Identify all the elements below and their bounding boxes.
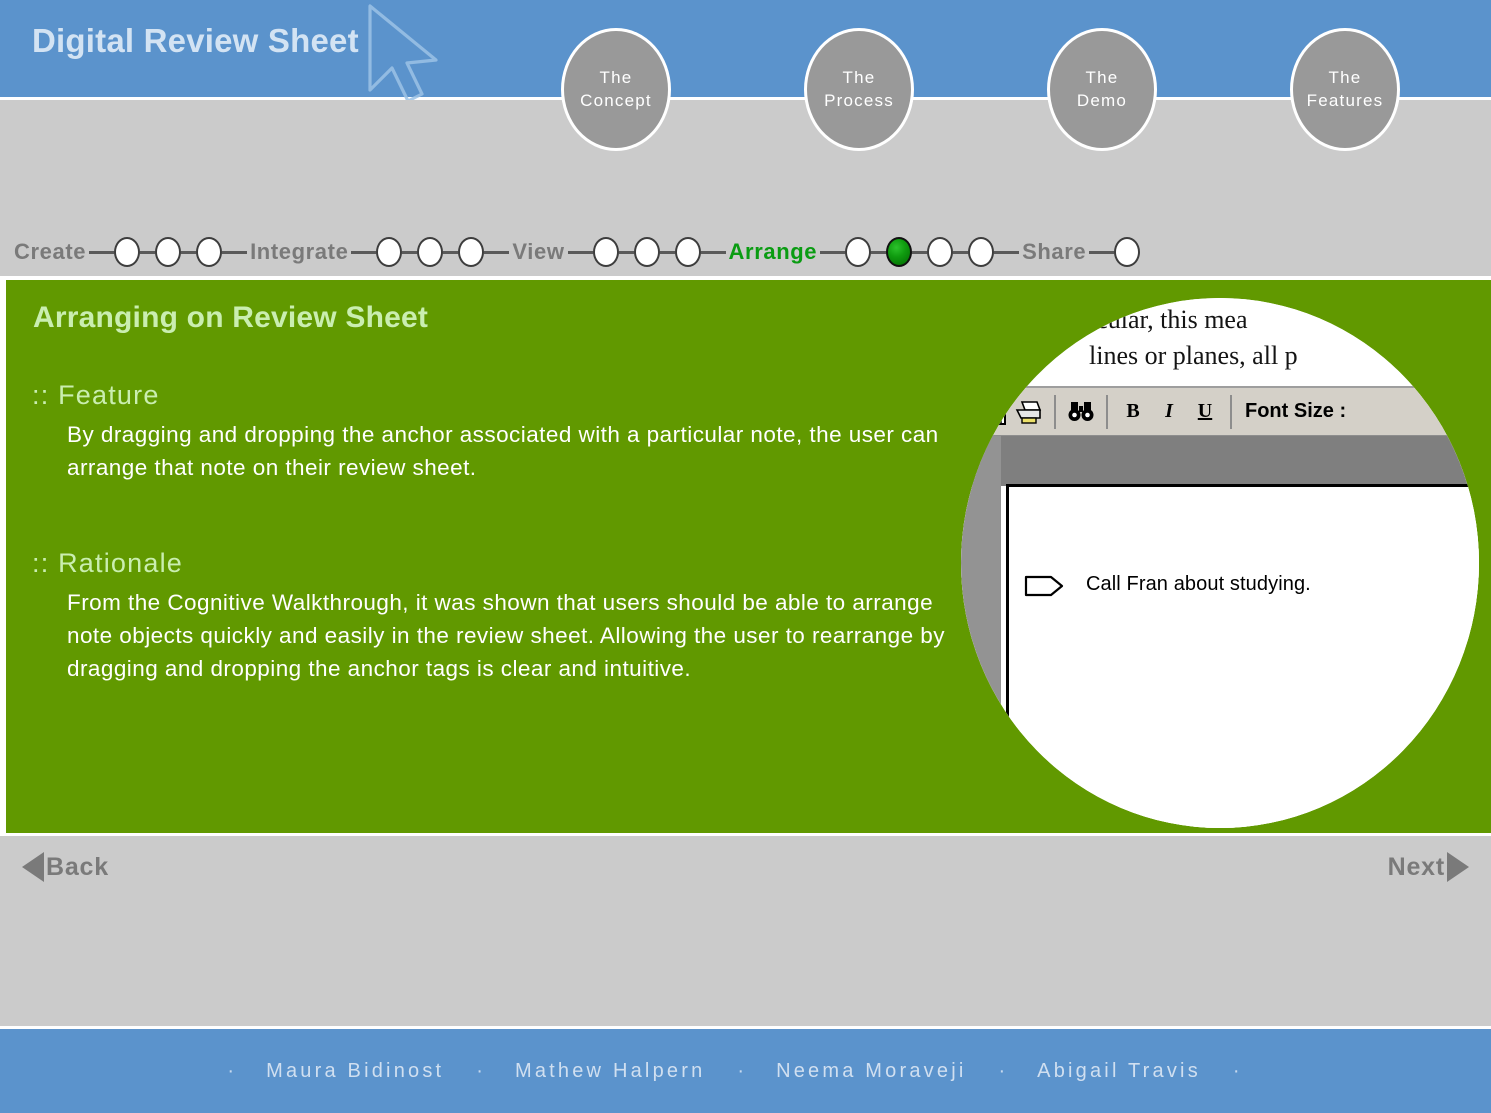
next-label: Next (1387, 852, 1445, 881)
progress-dot-active[interactable] (886, 237, 913, 267)
floppy-disk-save-icon[interactable] (975, 394, 1011, 430)
progress-dot[interactable] (845, 237, 872, 267)
progress-connector (912, 250, 928, 254)
editor-gutter (961, 436, 1001, 828)
progress-dot[interactable] (927, 237, 954, 267)
progress-connector (567, 250, 593, 254)
credit-name: Mathew Halpern (514, 1059, 706, 1082)
toolbar-separator (1054, 394, 1056, 429)
font-size-label: Font Size : (1245, 400, 1347, 422)
toolbar-separator (1230, 394, 1232, 429)
progress-dot[interactable] (633, 237, 660, 267)
document-text-line-1: icular, this mea (1089, 305, 1248, 334)
review-note-item[interactable]: Call Fran about studying. (1024, 571, 1311, 598)
app-title: Digital Review Sheet (32, 22, 359, 59)
progress-connector (1089, 250, 1115, 254)
progress-connector (443, 250, 459, 254)
progress-connector (871, 250, 887, 254)
credit-name: Maura Bidinost (266, 1059, 445, 1082)
feature-heading: :: Feature (32, 380, 160, 410)
printer-icon[interactable] (1011, 394, 1047, 430)
credits-list: · Maura Bidinost · Mathew Halpern · Neem… (225, 1060, 1241, 1083)
section-tab-concept[interactable]: The Concept (561, 28, 671, 151)
progress-step-integrate[interactable]: Integrate (247, 239, 351, 265)
progress-connector (351, 250, 377, 254)
section-tab-line2: Concept (580, 90, 652, 110)
section-tab-line2: Features (1306, 90, 1384, 110)
progress-dot[interactable] (114, 237, 141, 267)
progress-connector (181, 250, 197, 254)
toolbar-separator (1106, 394, 1108, 429)
section-tab-process[interactable]: The Process (804, 28, 914, 151)
binoculars-find-icon[interactable] (1063, 394, 1099, 430)
editor-toolbar: B I U Font Size : (961, 386, 1479, 436)
progress-connector (140, 250, 156, 254)
progress-connector (820, 250, 846, 254)
progress-dot[interactable] (417, 237, 444, 267)
credit-name: Neema Moraveji (776, 1059, 967, 1082)
progress-step-share[interactable]: Share (1019, 239, 1089, 265)
credit-separator: · (476, 1059, 483, 1082)
review-sheet-page: Call Fran about studying. [ Study This!!… (1006, 484, 1479, 828)
triangle-left-icon (22, 852, 44, 882)
credits-bar: · Maura Bidinost · Mathew Halpern · Neem… (0, 1029, 1491, 1113)
progress-dot[interactable] (592, 237, 619, 267)
section-tab-line2: Process (824, 90, 894, 110)
section-tab-demo[interactable]: The Demo (1047, 28, 1157, 151)
review-note-text: Call Fran about studying. (1086, 573, 1311, 595)
credit-separator: · (1232, 1059, 1240, 1082)
progress-step-create[interactable]: Create (0, 239, 89, 265)
triangle-right-icon (1447, 852, 1469, 882)
progress-dot[interactable] (458, 237, 485, 267)
italic-button[interactable]: I (1151, 394, 1187, 430)
mouse-cursor-outline-icon (368, 4, 438, 103)
progress-dot[interactable] (674, 237, 701, 267)
screenshot-thumbnail[interactable]: icular, this mea lines or planes, all p (961, 298, 1479, 828)
progress-connector (89, 250, 115, 254)
document-text-line-2: lines or planes, all p (1089, 341, 1298, 370)
credit-name: Abigail Travis (1037, 1059, 1201, 1082)
section-tab-line1: The (842, 67, 876, 87)
header-bar: Digital Review Sheet (0, 0, 1491, 103)
progress-dot[interactable] (196, 237, 223, 267)
progress-connector (484, 250, 510, 254)
bold-button[interactable]: B (1115, 394, 1151, 430)
progress-connector (994, 250, 1020, 254)
rationale-heading: :: Rationale (32, 548, 183, 578)
section-tab-line1: The (1085, 67, 1119, 87)
progress-dot[interactable] (1114, 237, 1141, 267)
progress-connector (953, 250, 969, 254)
credit-separator: · (998, 1059, 1006, 1082)
screenshot-inner: icular, this mea lines or planes, all p (961, 298, 1479, 828)
anchor-tag-icon[interactable] (1024, 574, 1064, 598)
progress-breadcrumb: Create Integrate View Arrange Share (0, 232, 1491, 272)
document-text-excerpt: icular, this mea lines or planes, all p (1089, 302, 1479, 374)
content-panel: Arranging on Review Sheet :: Feature By … (6, 280, 1491, 833)
section-tab-features[interactable]: The Features (1290, 28, 1400, 151)
progress-dot[interactable] (376, 237, 403, 267)
back-label: Back (46, 852, 109, 881)
progress-connector (222, 250, 248, 254)
credit-separator: · (737, 1059, 745, 1082)
progress-step-view[interactable]: View (509, 239, 567, 265)
editor-gray-band (961, 436, 1479, 486)
underline-button[interactable]: U (1187, 394, 1223, 430)
footer-band (0, 836, 1491, 1026)
progress-dot[interactable] (968, 237, 995, 267)
rationale-body: From the Cognitive Walkthrough, it was s… (67, 590, 945, 681)
section-tab-line1: The (1328, 67, 1362, 87)
next-button[interactable]: Next (1388, 852, 1469, 882)
progress-connector (618, 250, 634, 254)
progress-step-arrange[interactable]: Arrange (726, 239, 821, 265)
progress-connector (700, 250, 726, 254)
section-tab-line2: Demo (1076, 90, 1128, 110)
credit-separator: · (227, 1059, 235, 1082)
back-button[interactable]: Back (22, 852, 109, 882)
progress-connector (659, 250, 675, 254)
progress-dot[interactable] (155, 237, 182, 267)
page-title: Arranging on Review Sheet (33, 301, 429, 334)
feature-body: By dragging and dropping the anchor asso… (67, 422, 939, 480)
section-tab-line1: The (599, 67, 633, 87)
progress-connector (402, 250, 418, 254)
